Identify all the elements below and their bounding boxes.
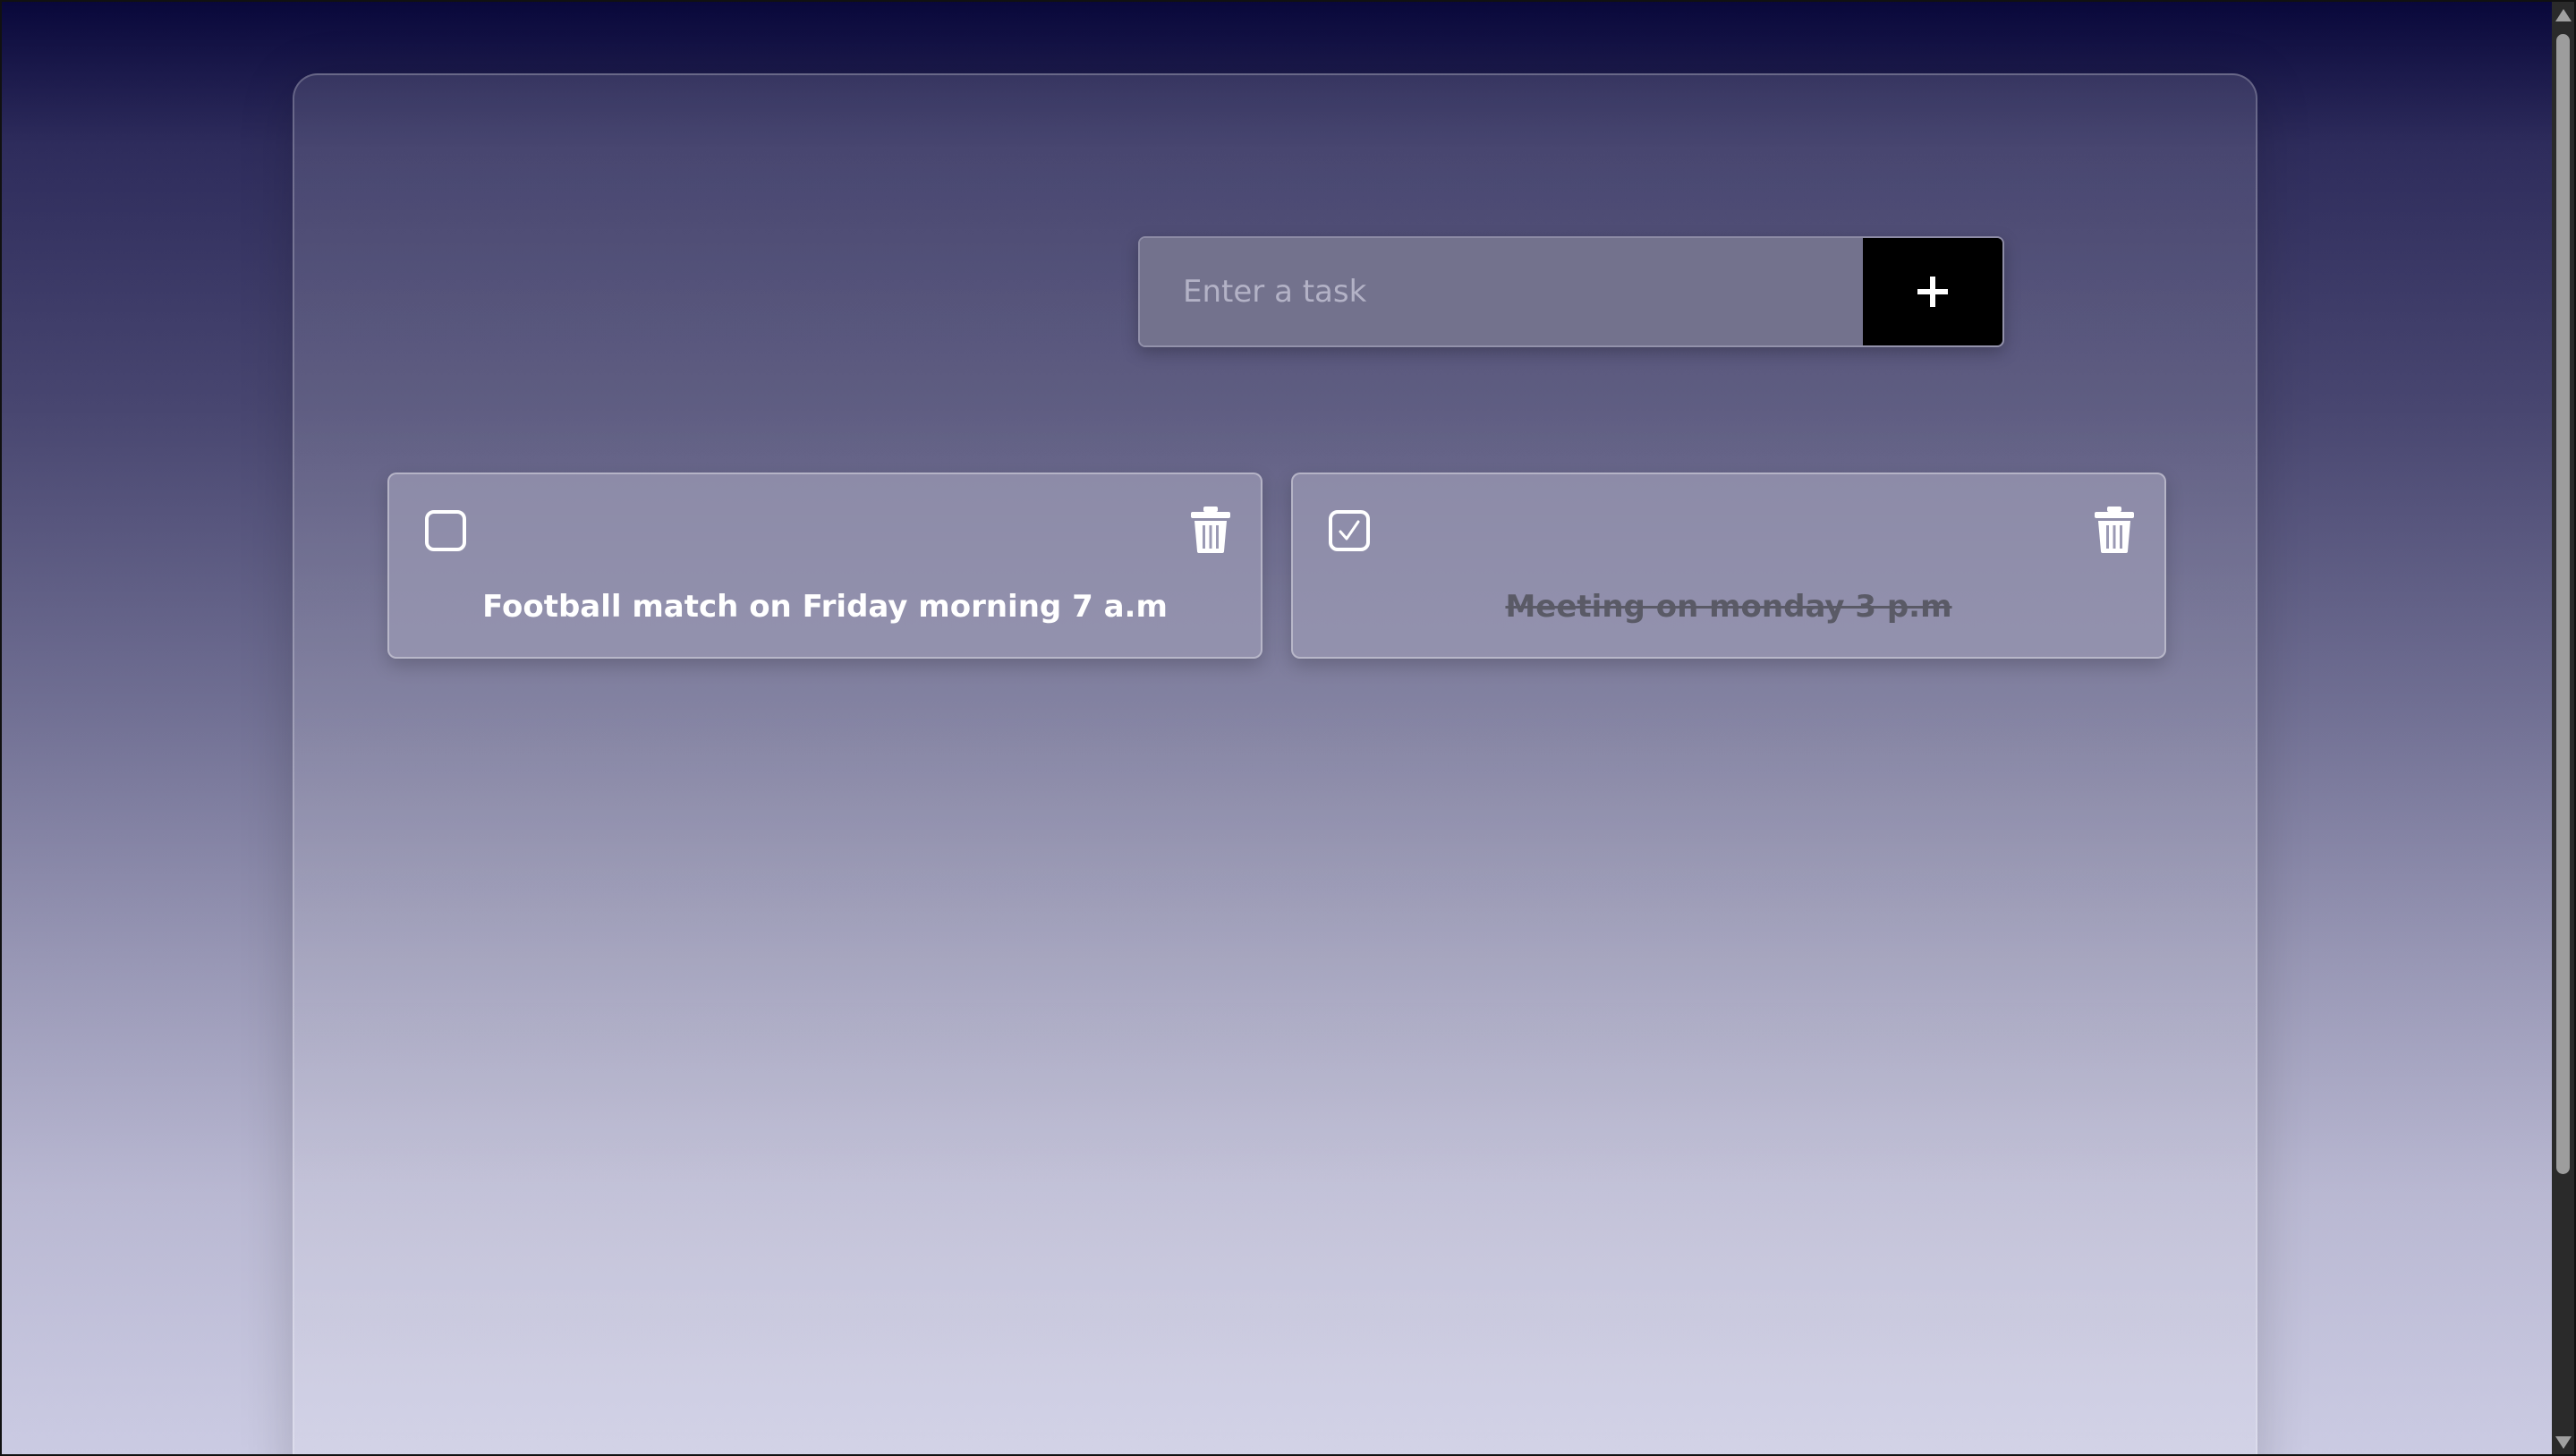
delete-task-button[interactable] [1191,507,1230,553]
checkmark-icon [1339,520,1360,541]
task-card: Football match on Friday morning 7 a.m [387,473,1262,659]
task-input-row [1138,236,2004,347]
task-text: Football match on Friday morning 7 a.m [482,589,1168,625]
plus-icon [1917,277,1948,307]
scroll-up-icon[interactable] [2555,9,2572,21]
task-card: Meeting on monday 3 p.m [1291,473,2166,659]
scroll-down-icon[interactable] [2555,1436,2572,1449]
task-input[interactable] [1140,238,1863,345]
vertical-scrollbar[interactable] [2552,2,2574,1454]
trash-icon [2095,507,2134,553]
scrollbar-thumb[interactable] [2556,34,2570,1174]
task-checkbox[interactable] [1329,510,1370,551]
trash-icon [1191,507,1230,553]
task-text-completed: Meeting on monday 3 p.m [1505,589,1952,625]
delete-task-button[interactable] [2095,507,2134,553]
add-task-button[interactable] [1863,238,2002,345]
todo-panel: Football match on Friday morning 7 a.m M… [293,73,2257,1456]
task-checkbox[interactable] [425,510,466,551]
